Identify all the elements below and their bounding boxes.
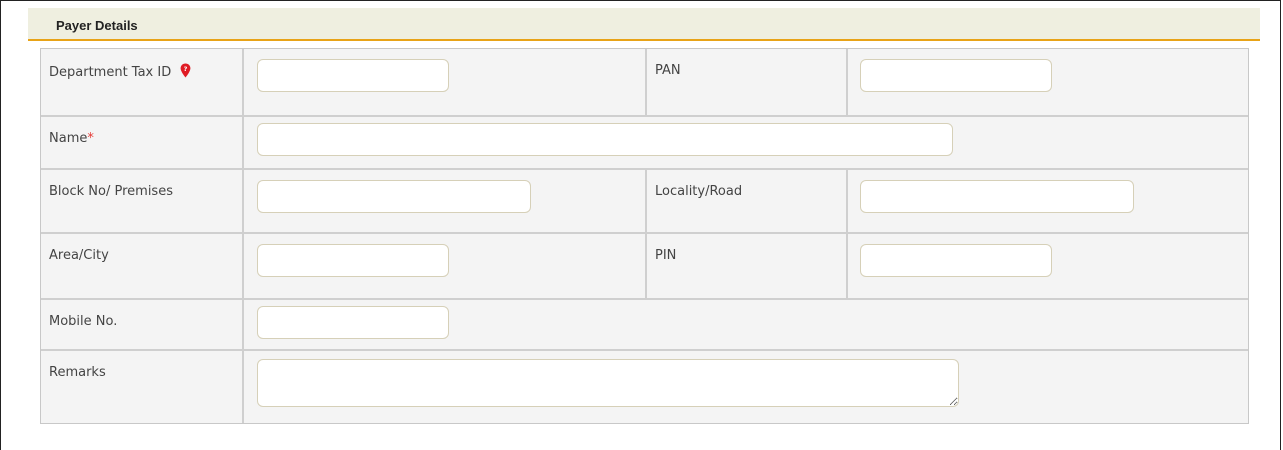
pin-label: PIN [655, 248, 677, 263]
pan-input[interactable] [860, 59, 1052, 92]
pan-label: PAN [655, 63, 681, 78]
locality-input[interactable] [860, 180, 1134, 213]
label-cell: Department Tax ID ? [41, 49, 242, 115]
input-cell [242, 49, 645, 115]
label-cell: Block No/ Premises [41, 170, 242, 232]
pin-input[interactable] [860, 244, 1052, 277]
remarks-label: Remarks [49, 365, 106, 380]
required-asterisk: * [87, 131, 94, 146]
input-cell [242, 234, 645, 298]
input-cell [242, 351, 1248, 423]
name-label: Name [49, 131, 88, 146]
label-cell: Mobile No. [41, 300, 242, 349]
block-no-input[interactable] [257, 180, 531, 213]
area-city-input[interactable] [257, 244, 449, 277]
input-cell [846, 49, 1248, 115]
form-row-tax-id: Department Tax ID ? PAN [41, 49, 1248, 115]
input-cell [242, 300, 1248, 349]
section-header: Payer Details [28, 8, 1260, 41]
input-cell [242, 117, 1248, 168]
form-row-mobile: Mobile No. [41, 298, 1248, 349]
mobile-label: Mobile No. [49, 314, 118, 329]
label-cell: PAN [645, 49, 846, 115]
location-pin-icon[interactable]: ? [180, 63, 191, 82]
form-row-remarks: Remarks [41, 349, 1248, 423]
label-cell: Locality/Road [645, 170, 846, 232]
department-tax-id-label: Department Tax ID [49, 65, 172, 80]
form-row-name: Name* [41, 115, 1248, 168]
form-row-address: Block No/ Premises Locality/Road [41, 168, 1248, 232]
mobile-input[interactable] [257, 306, 449, 339]
name-input[interactable] [257, 123, 953, 156]
label-cell: Remarks [41, 351, 242, 423]
label-cell: PIN [645, 234, 846, 298]
block-no-label: Block No/ Premises [49, 184, 173, 199]
area-city-label: Area/City [49, 248, 109, 263]
label-cell: Area/City [41, 234, 242, 298]
input-cell [846, 234, 1248, 298]
svg-text:?: ? [184, 65, 188, 73]
locality-label: Locality/Road [655, 184, 743, 199]
remarks-textarea[interactable] [257, 359, 959, 407]
form-row-city: Area/City PIN [41, 232, 1248, 298]
input-cell [242, 170, 645, 232]
department-tax-id-input[interactable] [257, 59, 449, 92]
payer-details-form: Department Tax ID ? PAN Name* Block No/ … [40, 48, 1249, 424]
label-cell: Name* [41, 117, 242, 168]
section-title: Payer Details [56, 18, 138, 33]
input-cell [846, 170, 1248, 232]
